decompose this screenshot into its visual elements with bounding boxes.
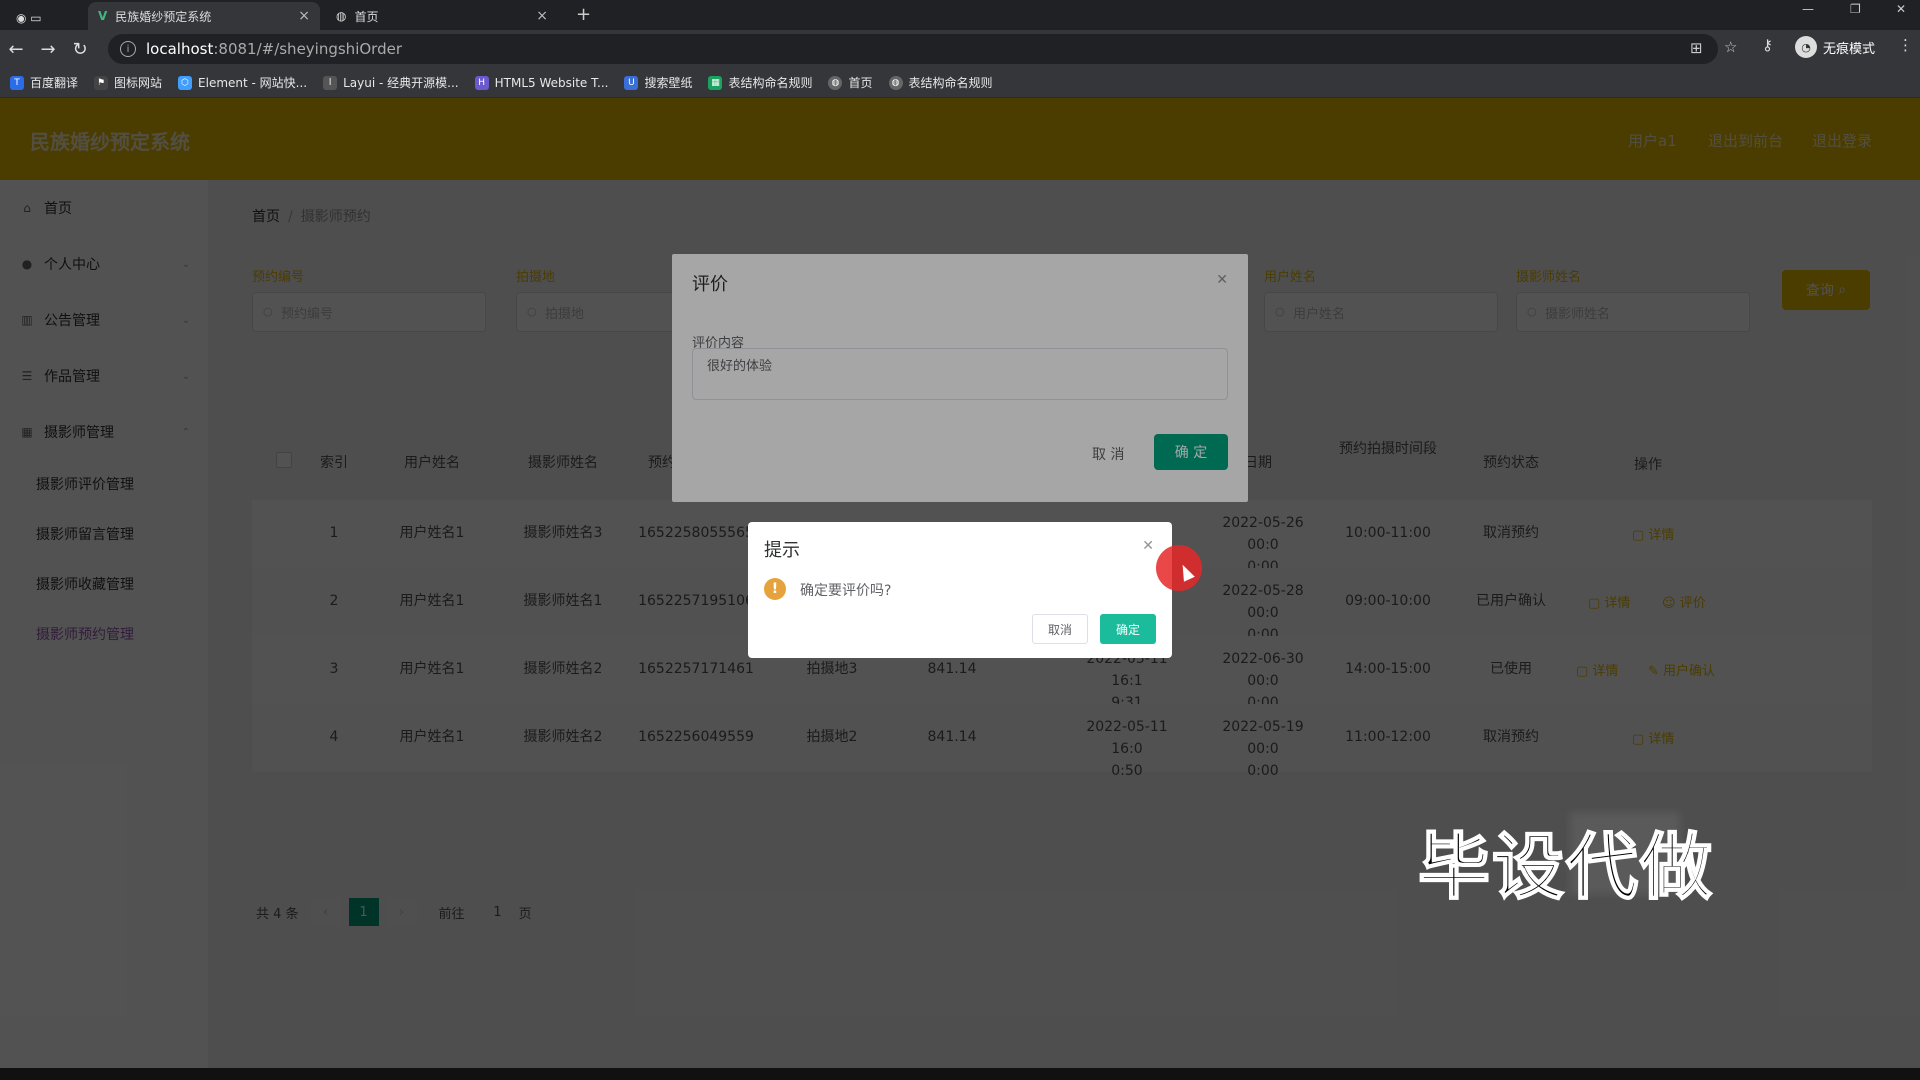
reload-icon[interactable]: ↻ xyxy=(64,39,96,60)
bookmark-label: Layui - 经典开源模... xyxy=(343,76,459,90)
close-icon[interactable]: ✕ xyxy=(1142,538,1154,554)
flag-bookmark-icon: ⚑ xyxy=(94,75,109,90)
message-box-title: 提示 xyxy=(764,540,800,561)
confirm-message-box: 提示 ✕ ! 确定要评价吗? 取消 确定 xyxy=(748,522,1172,658)
bookmark-label: 图标网站 xyxy=(114,76,163,90)
bookmark-label: 表结构命名规则 xyxy=(728,76,813,90)
back-icon[interactable]: ← xyxy=(0,39,32,60)
bottom-bar xyxy=(0,1068,1920,1080)
bookmark-item[interactable]: ⚑ 图标网站 xyxy=(94,74,162,91)
bookmark-label: 表结构命名规则 xyxy=(908,76,993,90)
globe-icon: ◍ xyxy=(336,9,347,23)
browser-menu-icon[interactable]: ◉ ▭ xyxy=(6,4,66,32)
bookmark-label: Element - 网站快... xyxy=(198,76,308,90)
bookmark-label: 搜索壁纸 xyxy=(644,76,693,90)
kebab-menu-icon[interactable]: ⋮ xyxy=(1898,36,1913,54)
address-bar[interactable]: i localhost:8081/#/sheyingshiOrder ⊞ ☆ xyxy=(108,34,1737,64)
vue-logo-icon: V xyxy=(98,9,108,23)
warning-icon: ! xyxy=(764,578,786,600)
restore-icon[interactable]: ❐ xyxy=(1850,2,1861,16)
bookmark-item[interactable]: ⬡ Element - 网站快... xyxy=(178,74,307,91)
bookmark-label: HTML5 Website T... xyxy=(494,75,609,90)
tab-close-icon[interactable]: × xyxy=(536,8,548,24)
window-close-icon[interactable]: ✕ xyxy=(1896,2,1906,16)
message-text: 确定要评价吗? xyxy=(800,583,892,599)
translate-bookmark-icon: T xyxy=(10,75,24,90)
browser-tab-strip: ◉ ▭ V 民族婚纱预定系统 × ◍ 首页 × + — ❐ ✕ xyxy=(0,0,1920,30)
tab-active[interactable]: V 民族婚纱预定系统 × xyxy=(88,2,320,30)
tab-title: 民族婚纱预定系统 xyxy=(115,9,212,24)
cancel-button[interactable]: 取消 xyxy=(1032,614,1088,644)
translate-icon[interactable]: ⊞ xyxy=(1690,39,1703,57)
key-icon[interactable]: ⚷ xyxy=(1762,36,1773,54)
url-path: :8081/#/sheyingshiOrder xyxy=(213,40,402,58)
sheet-bookmark-icon: ▦ xyxy=(708,75,723,90)
new-tab-button[interactable]: + xyxy=(576,4,591,25)
bookmark-item[interactable]: l Layui - 经典开源模... xyxy=(323,74,459,91)
star-icon[interactable]: ☆ xyxy=(1724,38,1737,56)
layui-bookmark-icon: l xyxy=(323,75,338,90)
bookmark-item[interactable]: ◍ 表结构命名规则 xyxy=(888,74,993,91)
bookmarks-bar: T 百度翻译 ⚑ 图标网站 ⬡ Element - 网站快... l Layui - 经… xyxy=(0,68,1920,98)
bookmark-item[interactable]: ▦ 表结构命名规则 xyxy=(708,74,812,91)
globe-bookmark-icon: ◍ xyxy=(888,75,903,90)
tab-inactive[interactable]: ◍ 首页 × xyxy=(326,2,558,30)
html5-bookmark-icon: H xyxy=(474,75,489,90)
bookmark-item[interactable]: T 百度翻译 xyxy=(10,74,78,91)
watermark-text: 毕设代做 xyxy=(1417,824,1715,910)
bookmark-item[interactable]: ◍ 首页 xyxy=(828,74,873,91)
url-host: localhost xyxy=(146,40,214,58)
incognito-icon: ◔ xyxy=(1795,36,1817,58)
bookmark-label: 百度翻译 xyxy=(30,76,79,90)
bookmark-item[interactable]: H HTML5 Website T... xyxy=(474,75,609,90)
globe-bookmark-icon: ◍ xyxy=(828,75,843,90)
wallpaper-bookmark-icon: U xyxy=(624,75,639,90)
incognito-badge[interactable]: ◔ 无痕模式 xyxy=(1795,36,1875,58)
element-bookmark-icon: ⬡ xyxy=(178,75,193,90)
browser-toolbar: ← → ↻ i localhost:8081/#/sheyingshiOrder… xyxy=(0,30,1920,68)
info-icon[interactable]: i xyxy=(120,41,136,57)
tab-title: 首页 xyxy=(354,9,379,24)
minimize-icon[interactable]: — xyxy=(1802,2,1814,16)
bookmark-label: 首页 xyxy=(848,76,873,90)
forward-icon[interactable]: → xyxy=(32,39,64,60)
tab-close-icon[interactable]: × xyxy=(298,8,310,24)
bookmark-item[interactable]: U 搜索壁纸 xyxy=(624,74,692,91)
ok-button[interactable]: 确定 xyxy=(1100,614,1156,644)
profile-label: 无痕模式 xyxy=(1823,41,1876,57)
